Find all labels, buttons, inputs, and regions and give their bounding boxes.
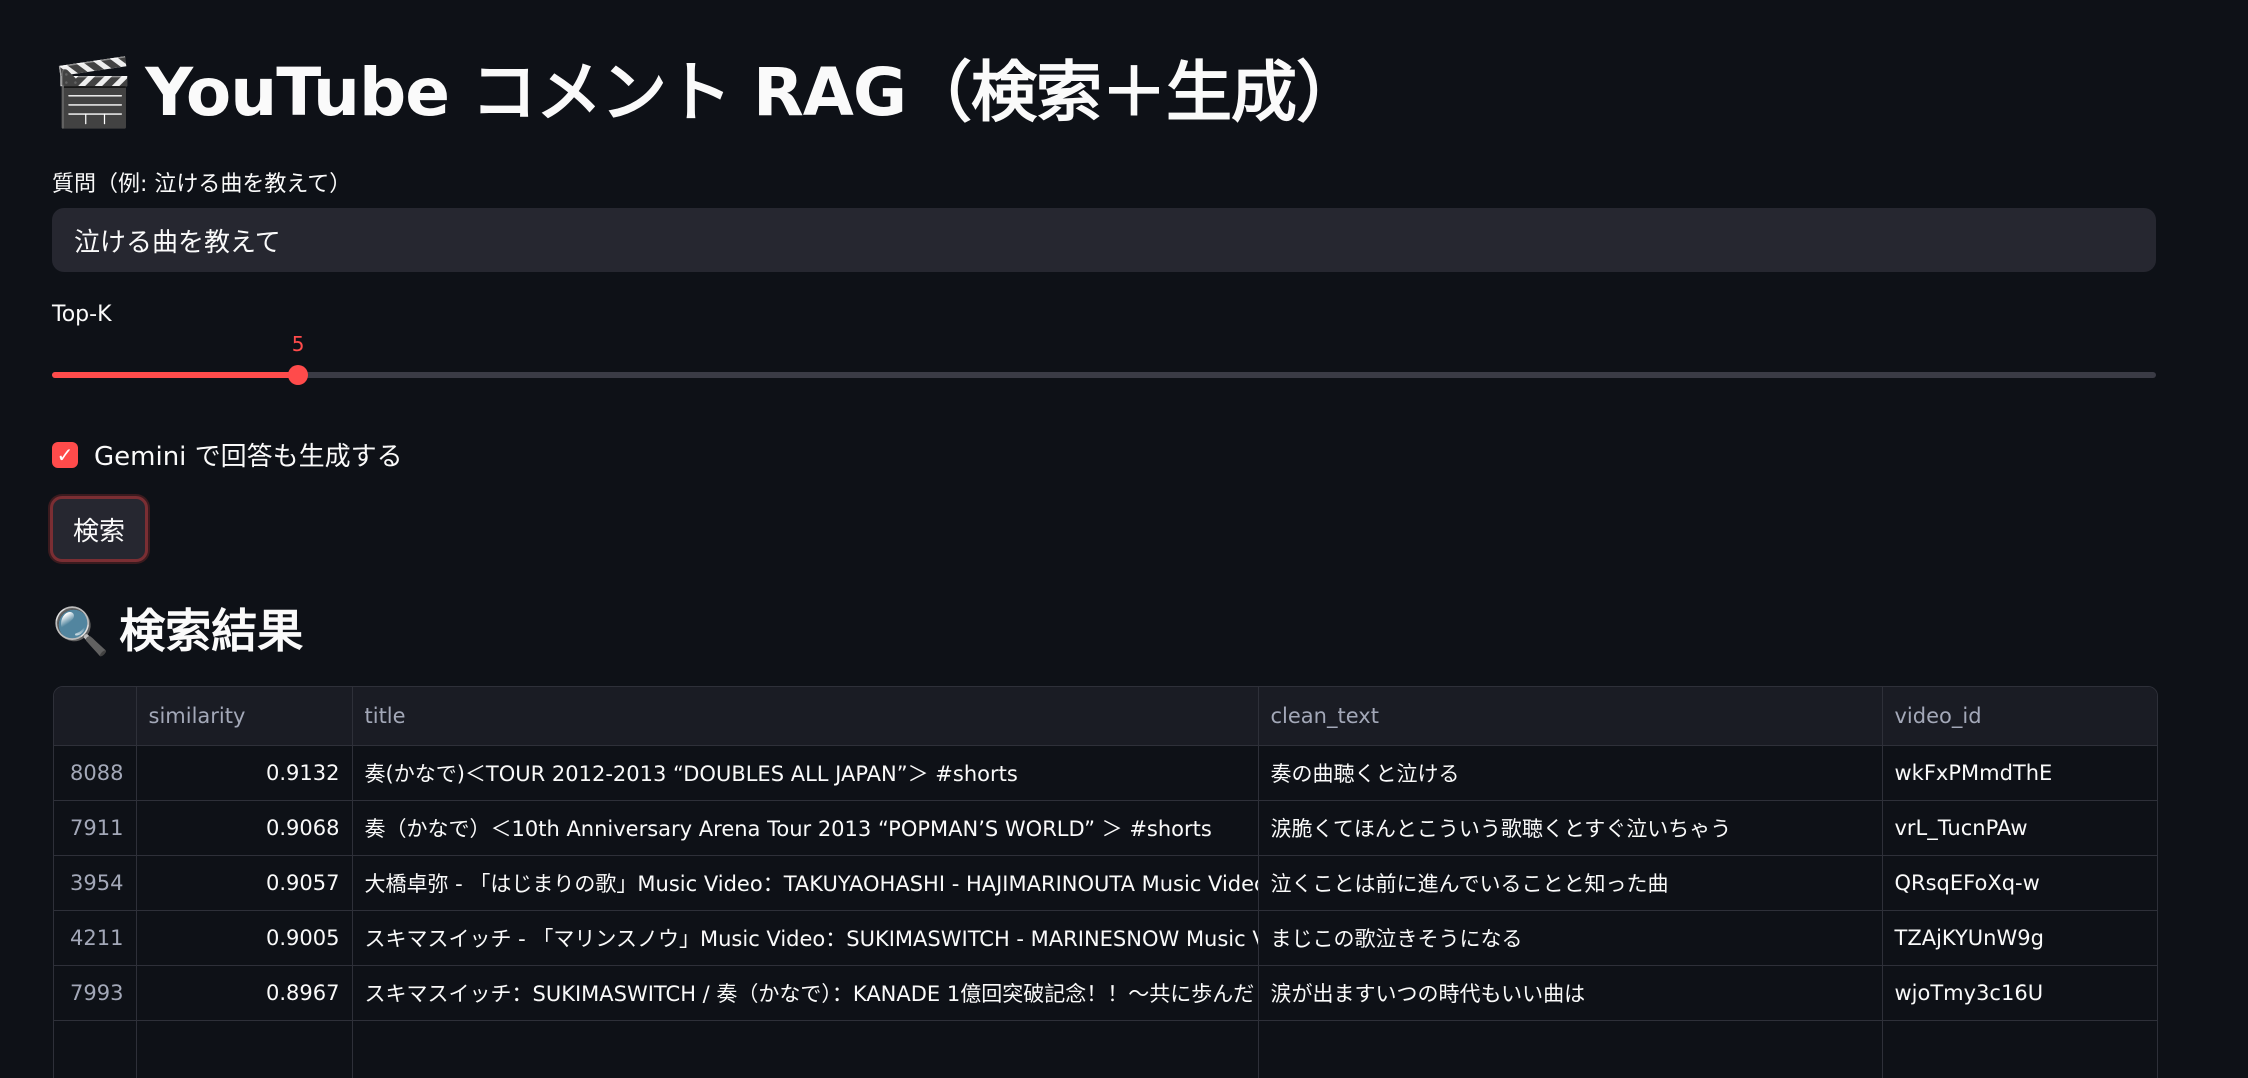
cell-clean-text[interactable]: 泣くことは前に進んでいることと知った曲 xyxy=(1258,855,1883,911)
slider-value: 5 xyxy=(291,332,305,356)
table-header-row: similarity title clean_text video_id xyxy=(54,687,2157,746)
cell-video-id[interactable]: wkFxPMmdThE xyxy=(1882,745,2157,801)
cell-index[interactable]: 7993 xyxy=(54,965,137,1021)
empty-cell xyxy=(1882,1020,2157,1078)
cell-clean-text[interactable]: 涙脆くてほんとこういう歌聴くとすぐ泣いちゃう xyxy=(1258,800,1883,856)
cell-title[interactable]: スキマスイッチ - 「マリンスノウ」Music Video：SUKIMASWIT… xyxy=(352,910,1259,966)
question-input[interactable]: 泣ける曲を教えて xyxy=(52,208,2156,272)
clapperboard-icon: 🎬 xyxy=(52,54,134,131)
slider-fill xyxy=(52,372,299,378)
question-input-value: 泣ける曲を教えて xyxy=(74,227,281,258)
cell-similarity[interactable]: 0.9057 xyxy=(136,855,353,911)
app-page: 🎬 YouTube コメント RAG（検索＋生成） 質問（例: 泣ける曲を教えて）… xyxy=(0,0,2248,1078)
gemini-checkbox[interactable]: ✓ xyxy=(52,441,78,468)
cell-similarity[interactable]: 0.9132 xyxy=(136,745,353,801)
slider-thumb[interactable] xyxy=(288,365,309,385)
page-title-text: YouTube コメント RAG（検索＋生成） xyxy=(145,54,1362,131)
cell-clean-text[interactable]: 涙が出ますいつの時代もいい曲は xyxy=(1258,965,1883,1021)
cell-video-id[interactable]: vrL_TucnPAw xyxy=(1882,800,2157,856)
gemini-checkbox-row[interactable]: ✓ Gemini で回答も生成する xyxy=(52,436,403,473)
magnifier-icon: 🔍 xyxy=(52,604,110,658)
column-header-similarity[interactable]: similarity xyxy=(136,687,353,746)
gemini-checkbox-label: Gemini で回答も生成する xyxy=(94,442,403,472)
empty-cell xyxy=(352,1020,1259,1078)
results-heading: 🔍 検索結果 xyxy=(52,596,303,666)
cell-similarity[interactable]: 0.9005 xyxy=(136,910,353,966)
table-row-empty xyxy=(54,1020,2157,1078)
empty-cell xyxy=(54,1020,137,1078)
cell-title[interactable]: 大橋卓弥 - 「はじまりの歌」Music Video：TAKUYAOHASHI … xyxy=(352,855,1259,911)
cell-similarity[interactable]: 0.9068 xyxy=(136,800,353,856)
results-table[interactable]: similarity title clean_text video_id 808… xyxy=(53,686,2158,1078)
cell-video-id[interactable]: QRsqEFoXq-w xyxy=(1882,855,2157,911)
cell-video-id[interactable]: TZAjKYUnW9g xyxy=(1882,910,2157,966)
question-label: 質問（例: 泣ける曲を教えて） xyxy=(52,172,352,197)
column-header-title[interactable]: title xyxy=(352,687,1259,746)
topk-slider[interactable]: 5 xyxy=(52,332,2156,385)
table-row: 8088 0.9132 奏(かなで)＜TOUR 2012-2013 “DOUBL… xyxy=(54,745,2157,801)
empty-cell xyxy=(1258,1020,1883,1078)
cell-index[interactable]: 3954 xyxy=(54,855,137,911)
cell-clean-text[interactable]: 奏の曲聴くと泣ける xyxy=(1258,745,1883,801)
search-button[interactable]: 検索 xyxy=(50,496,149,562)
cell-video-id[interactable]: wjoTmy3c16U xyxy=(1882,965,2157,1021)
page-title: 🎬 YouTube コメント RAG（検索＋生成） xyxy=(52,48,1362,138)
results-heading-text: 検索結果 xyxy=(119,604,304,658)
column-header-clean-text[interactable]: clean_text xyxy=(1258,687,1883,746)
cell-clean-text[interactable]: まじこの歌泣きそうになる xyxy=(1258,910,1883,966)
table-row: 7911 0.9068 奏（かなで）＜10th Anniversary Aren… xyxy=(54,800,2157,856)
cell-index[interactable]: 4211 xyxy=(54,910,137,966)
table-row: 7993 0.8967 スキマスイッチ：SUKIMASWITCH / 奏（かなで… xyxy=(54,965,2157,1021)
empty-cell xyxy=(136,1020,353,1078)
cell-title[interactable]: 奏（かなで）＜10th Anniversary Arena Tour 2013 … xyxy=(352,800,1259,856)
column-header-index[interactable] xyxy=(54,687,137,746)
column-header-video-id[interactable]: video_id xyxy=(1882,687,2157,746)
cell-title[interactable]: 奏(かなで)＜TOUR 2012-2013 “DOUBLES ALL JAPAN… xyxy=(352,745,1259,801)
topk-label: Top-K xyxy=(52,302,112,327)
cell-index[interactable]: 8088 xyxy=(54,745,137,801)
cell-similarity[interactable]: 0.8967 xyxy=(136,965,353,1021)
cell-index[interactable]: 7911 xyxy=(54,800,137,856)
table-row: 4211 0.9005 スキマスイッチ - 「マリンスノウ」Music Vide… xyxy=(54,910,2157,966)
cell-title[interactable]: スキマスイッチ：SUKIMASWITCH / 奏（かなで）：KANADE 1億回… xyxy=(352,965,1259,1021)
table-row: 3954 0.9057 大橋卓弥 - 「はじまりの歌」Music Video：T… xyxy=(54,855,2157,911)
